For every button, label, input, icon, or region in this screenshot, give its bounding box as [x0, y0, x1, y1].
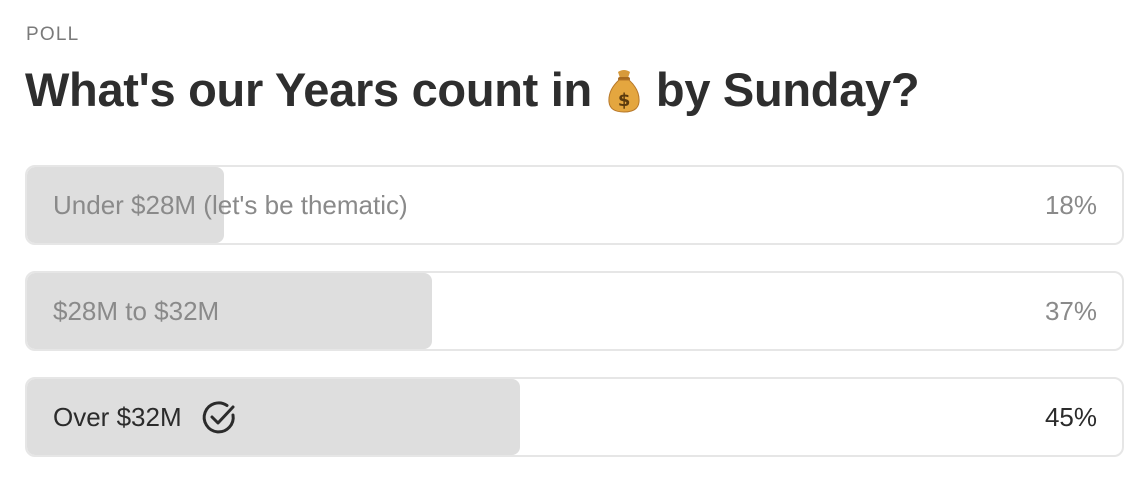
poll-option-under-28m[interactable]: Under $28M (let's be thematic) 18%	[25, 165, 1124, 245]
svg-text:$: $	[618, 90, 630, 111]
poll-title: What's our Years count in $ by Sunday?	[25, 62, 920, 117]
poll-option-label: Under $28M (let's be thematic)	[53, 189, 408, 220]
poll-options: Under $28M (let's be thematic) 18% $28M …	[25, 165, 1124, 483]
poll-label: POLL	[26, 24, 80, 45]
poll-option-percent: 37%	[1044, 295, 1097, 326]
poll-option-percent: 45%	[1044, 401, 1097, 432]
poll-option-label: Over $32M	[53, 401, 182, 432]
poll-option-label-wrap: Over $32M	[53, 379, 238, 455]
poll-option-over-32m[interactable]: Over $32M 45%	[25, 377, 1124, 457]
poll-option-percent: 18%	[1044, 189, 1097, 220]
money-bag-icon: $	[604, 66, 644, 114]
poll-option-28m-to-32m[interactable]: $28M to $32M 37%	[25, 271, 1124, 351]
poll-title-start: What's our Years count in	[25, 63, 592, 116]
check-circle-icon	[200, 398, 238, 436]
poll-title-end: by Sunday?	[655, 63, 920, 116]
poll-option-label: $28M to $32M	[53, 295, 220, 326]
